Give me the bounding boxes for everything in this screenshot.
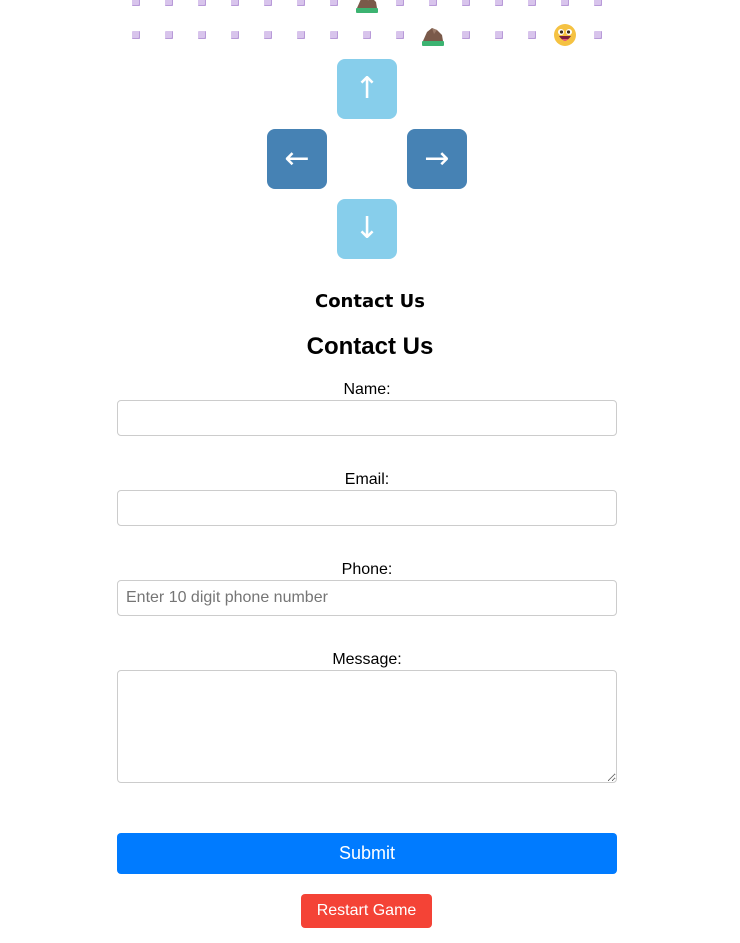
rock-icon [356,0,378,13]
pellet-icon [423,0,443,12]
pellet-icon [225,0,245,12]
pellet-icon [192,25,212,45]
pellet-icon [522,25,542,45]
player-face-icon [554,24,576,46]
name-label: Name: [343,381,391,398]
move-right-button[interactable]: → [407,129,467,189]
restart-game-button[interactable]: Restart Game [301,894,432,928]
pellet-icon [456,0,476,12]
pellet-icon [489,25,509,45]
pellet-icon [126,25,146,45]
message-field[interactable] [117,670,617,783]
pellet-icon [588,25,608,45]
pellet-icon [489,0,509,12]
pellet-icon [390,25,410,45]
pellet-icon [258,0,278,12]
pellet-icon [159,0,179,12]
pellet-icon [522,0,542,12]
pellet-icon [258,25,278,45]
name-field[interactable] [117,400,617,436]
pellet-icon [555,0,575,12]
email-field[interactable] [117,490,617,526]
message-label: Message: [332,651,402,668]
pellet-icon [159,25,179,45]
pellet-icon [456,25,476,45]
rock-icon [422,25,444,46]
pellet-icon [357,25,377,45]
game-row-2 [0,24,740,46]
phone-field[interactable] [117,580,617,616]
contact-form-heading: Contact Us [306,333,434,360]
move-down-button[interactable]: ↓ [337,199,397,259]
pellet-icon [225,25,245,45]
pellet-icon [324,25,344,45]
pellet-icon [291,25,311,45]
pellet-icon [588,0,608,12]
game-row-1 [0,0,740,13]
email-label: Email: [344,471,390,488]
pellet-icon [126,0,146,12]
move-up-button[interactable]: ↑ [337,59,397,119]
phone-label: Phone: [341,561,393,578]
pellet-icon [291,0,311,12]
pellet-icon [390,0,410,12]
move-left-button[interactable]: ← [267,129,327,189]
pellet-icon [324,0,344,12]
page: ↑ ← → ↓ Contact Us Contact Us Name: Emai… [0,0,740,943]
pellet-icon [192,0,212,12]
submit-button[interactable]: Submit [117,833,617,874]
contact-section-heading: Contact Us [314,291,425,312]
